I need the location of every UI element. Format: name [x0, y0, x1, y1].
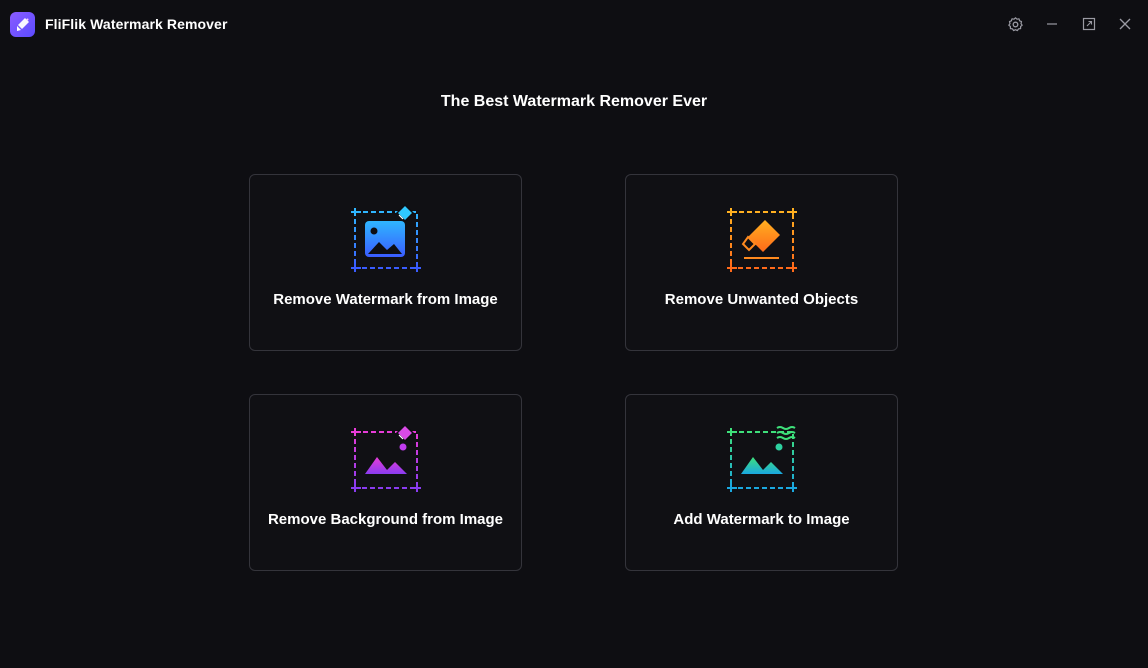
gear-icon	[1007, 16, 1023, 31]
add-watermark-icon	[725, 422, 799, 494]
close-icon	[1119, 18, 1131, 30]
page-title: The Best Watermark Remover Ever	[440, 93, 708, 110]
app-logo-icon	[10, 12, 35, 37]
add-watermark-card[interactable]: Add Watermark to Image	[625, 394, 898, 571]
maximize-button[interactable]	[1079, 14, 1099, 34]
card-label: Remove Watermark from Image	[273, 291, 498, 308]
image-watermark-icon	[349, 202, 423, 274]
close-button[interactable]	[1115, 14, 1135, 34]
title-bar: FliFlik Watermark Remover	[0, 0, 1148, 50]
remove-watermark-card[interactable]: Remove Watermark from Image	[249, 174, 522, 351]
eraser-icon	[725, 202, 799, 274]
app-title: FliFlik Watermark Remover	[45, 16, 228, 32]
card-label: Remove Background from Image	[267, 511, 504, 528]
remove-objects-card[interactable]: Remove Unwanted Objects	[625, 174, 898, 351]
settings-button[interactable]	[1005, 14, 1025, 34]
remove-background-card[interactable]: Remove Background from Image	[249, 394, 522, 571]
card-label: Remove Unwanted Objects	[664, 291, 859, 308]
minimize-icon	[1047, 23, 1057, 25]
maximize-icon	[1082, 17, 1096, 31]
card-label: Add Watermark to Image	[673, 511, 850, 528]
minimize-button[interactable]	[1042, 14, 1062, 34]
background-remove-icon	[349, 422, 423, 494]
